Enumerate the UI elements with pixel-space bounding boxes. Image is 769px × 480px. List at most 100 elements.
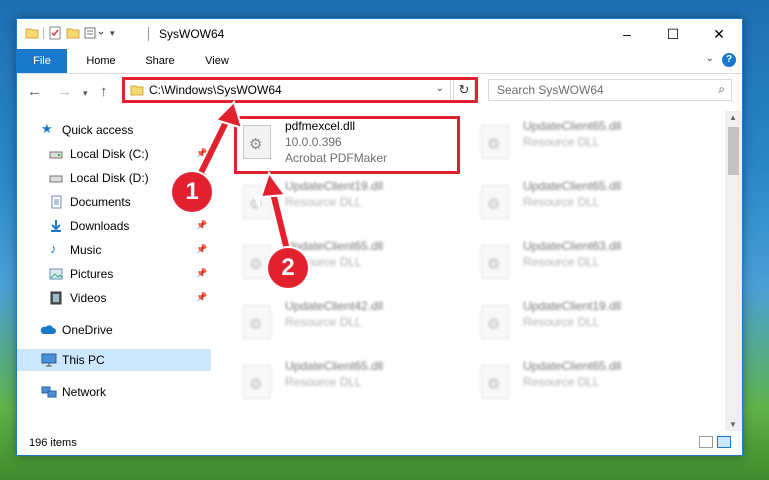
tab-share[interactable]: Share <box>135 49 185 73</box>
dll-file-icon: ⚙ <box>481 125 509 159</box>
help-icon[interactable]: ? <box>722 53 736 67</box>
file-description: Resource DLL <box>285 375 362 389</box>
cloud-icon <box>40 325 56 334</box>
window-title: SysWOW64 <box>159 27 225 41</box>
documents-icon <box>51 195 62 209</box>
file-item[interactable]: ⚙ UpdateClient65.dll Resource DLL <box>237 359 467 413</box>
pin-icon: 📌 <box>196 292 208 302</box>
tab-file[interactable]: File <box>17 49 67 73</box>
pc-icon <box>41 353 57 367</box>
sidebar-item-label: Videos <box>70 291 107 305</box>
network-icon <box>41 386 57 398</box>
search-icon: ⌕ <box>718 82 725 96</box>
sidebar-item-label: Local Disk (C:) <box>70 147 149 161</box>
sidebar-item-videos[interactable]: Videos 📌 <box>17 287 211 309</box>
gear-icon: ⚙ <box>249 316 263 333</box>
sidebar-item-onedrive[interactable]: OneDrive <box>17 319 211 341</box>
file-name: UpdateClient65.dll <box>523 119 622 133</box>
item-count: 196 items <box>29 437 77 449</box>
file-description: Resource DLL <box>523 375 600 389</box>
dll-file-icon: ⚙ <box>481 365 509 399</box>
new-folder-icon[interactable] <box>66 26 80 40</box>
dll-file-icon: ⚙ <box>481 245 509 279</box>
file-item[interactable]: ⚙ UpdateClient42.dll Resource DLL <box>237 299 467 353</box>
chevron-down-icon[interactable]: ▾ <box>110 28 115 39</box>
step-badge-1: 1 <box>172 172 212 212</box>
title-separator <box>148 27 149 41</box>
sidebar-item-network[interactable]: Network <box>17 381 211 403</box>
sidebar-item-label: This PC <box>62 353 105 367</box>
up-arrow-icon[interactable]: ↑ <box>100 83 108 100</box>
status-bar: 196 items <box>17 431 742 455</box>
dll-file-icon: ⚙ <box>481 185 509 219</box>
scroll-thumb[interactable] <box>728 127 739 175</box>
file-description: Resource DLL <box>523 315 600 329</box>
step-badge-2: 2 <box>268 248 308 288</box>
videos-icon <box>50 291 62 305</box>
star-icon: ★ <box>41 121 53 136</box>
gear-icon: ⚙ <box>487 136 501 153</box>
file-item[interactable]: ⚙ UpdateClient65.dll Resource DLL <box>475 179 705 233</box>
download-icon <box>51 220 61 232</box>
quick-access-toolbar: ▾ <box>25 26 115 40</box>
details-view-icon[interactable] <box>699 436 713 448</box>
dll-file-icon: ⚙ <box>481 305 509 339</box>
gear-icon: ⚙ <box>487 256 501 273</box>
file-description: Resource DLL <box>285 315 362 329</box>
customize-toolbar-icon[interactable] <box>84 26 106 40</box>
sidebar-item-label: Downloads <box>70 219 130 233</box>
dll-file-icon: ⚙ <box>243 305 271 339</box>
expand-ribbon-icon[interactable]: ⌄ <box>706 53 714 64</box>
ribbon-tabs: File Home Share View ⌄ ? <box>17 49 742 74</box>
sidebar-item-label: Documents <box>70 195 131 209</box>
sidebar-item-this-pc[interactable]: This PC <box>17 349 211 371</box>
search-input[interactable]: Search SysWOW64 ⌕ <box>488 79 732 101</box>
large-icons-view-icon[interactable] <box>717 436 731 448</box>
file-item[interactable]: ⚙ UpdateClient65.dll Resource DLL <box>475 359 705 413</box>
search-placeholder: Search SysWOW64 <box>497 83 604 97</box>
file-name: UpdateClient65.dll <box>285 359 384 373</box>
folder-icon[interactable] <box>25 26 39 40</box>
file-description: Resource DLL <box>523 195 600 209</box>
gear-icon: ⚙ <box>249 376 263 393</box>
gear-icon: ⚙ <box>487 196 501 213</box>
file-name: UpdateClient63.dll <box>523 239 622 253</box>
back-arrow-icon[interactable]: ← <box>27 83 42 100</box>
explorer-window: ▾ SysWOW64 – ☐ ✕ File Home Share View ⌄ … <box>16 18 743 456</box>
tab-home[interactable]: Home <box>77 49 125 73</box>
scroll-up-icon[interactable]: ▲ <box>729 113 737 122</box>
file-name: UpdateClient42.dll <box>285 299 384 313</box>
file-name: UpdateClient65.dll <box>523 179 622 193</box>
recent-locations-icon[interactable]: ▾ <box>83 88 88 99</box>
scroll-down-icon[interactable]: ▼ <box>729 420 737 429</box>
file-description: Resource DLL <box>523 135 600 149</box>
tab-view[interactable]: View <box>195 49 239 73</box>
sidebar-item-label: Quick access <box>62 123 134 137</box>
vertical-scrollbar[interactable]: ▲ ▼ <box>725 111 742 431</box>
maximize-button[interactable]: ☐ <box>650 19 696 49</box>
navigation-bar: ← → ▾ ↑ C:\Windows\SysWOW64 ⌄ ↻ Search S… <box>17 74 742 110</box>
drive-icon <box>49 151 63 159</box>
music-icon: ♪ <box>50 241 57 256</box>
sidebar-item-label: Music <box>70 243 102 257</box>
sidebar-item-label: Local Disk (D:) <box>70 171 149 185</box>
file-description: Resource DLL <box>523 255 600 269</box>
sidebar-item-label: Pictures <box>70 267 114 281</box>
pictures-icon <box>49 268 63 280</box>
file-item[interactable]: ⚙ UpdateClient19.dll Resource DLL <box>475 299 705 353</box>
title-bar: ▾ SysWOW64 – ☐ ✕ <box>17 19 742 49</box>
file-item[interactable]: ⚙ UpdateClient65.dll Resource DLL <box>475 119 705 173</box>
file-name: UpdateClient65.dll <box>523 359 622 373</box>
gear-icon: ⚙ <box>487 316 501 333</box>
file-item[interactable]: ⚙ UpdateClient63.dll Resource DLL <box>475 239 705 293</box>
dll-file-icon: ⚙ <box>243 365 271 399</box>
file-name: UpdateClient19.dll <box>523 299 622 313</box>
forward-arrow-icon[interactable]: → <box>57 83 72 100</box>
sidebar-item-label: OneDrive <box>62 323 113 337</box>
minimize-button[interactable]: – <box>604 19 650 49</box>
properties-icon[interactable] <box>48 26 62 40</box>
close-button[interactable]: ✕ <box>696 19 742 49</box>
sidebar-item-label: Network <box>62 385 107 399</box>
gear-icon: ⚙ <box>487 376 501 393</box>
drive-icon <box>49 175 63 183</box>
